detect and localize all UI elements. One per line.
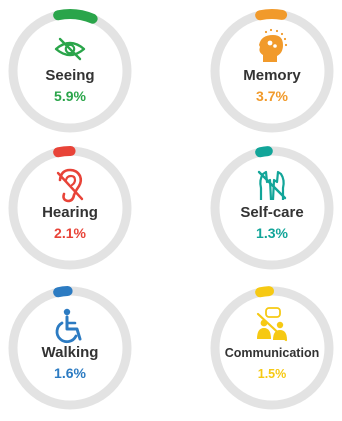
gauge-self-care: Self-care 1.3% (210, 146, 334, 270)
head-brain-icon (259, 28, 288, 62)
gauge-value: 1.5% (258, 367, 287, 381)
gauge-hearing: Hearing 2.1% (8, 146, 132, 270)
gauge-arc (255, 286, 275, 298)
gauge-label: Communication (225, 346, 319, 360)
gauge-arc (53, 9, 98, 24)
gauge-value: 1.6% (54, 365, 86, 381)
gauge-arc (255, 9, 288, 21)
gauge-arc (53, 286, 73, 298)
gauge-label: Memory (243, 67, 301, 84)
gauge-seeing: Seeing 5.9% (8, 9, 132, 133)
gauge-walking: Walking 1.6% (8, 286, 132, 410)
gauge-arc (255, 146, 273, 158)
gauge-value: 3.7% (256, 88, 288, 104)
gauge-label: Seeing (45, 67, 94, 84)
eye-slash-icon (54, 37, 86, 61)
speech-people-slash-icon (256, 307, 288, 342)
gauge-arc (53, 146, 76, 158)
gauge-label: Walking (42, 344, 99, 361)
ear-slash-icon (56, 168, 84, 203)
wheelchair-icon (55, 308, 82, 343)
gauge-communication: Communication 1.5% (210, 286, 334, 410)
gauge-memory: Memory 3.7% (210, 9, 334, 133)
gauge-value: 2.1% (54, 225, 86, 241)
gauge-label: Self-care (240, 204, 303, 221)
hands-slash-icon (257, 170, 287, 201)
gauge-value: 5.9% (54, 88, 86, 104)
gauge-value: 1.3% (256, 225, 288, 241)
gauge-label: Hearing (42, 204, 98, 221)
disability-radial-chart: Seeing 5.9% Memory 3.7% Hearing 2.1% Self-care… (8, 9, 334, 410)
